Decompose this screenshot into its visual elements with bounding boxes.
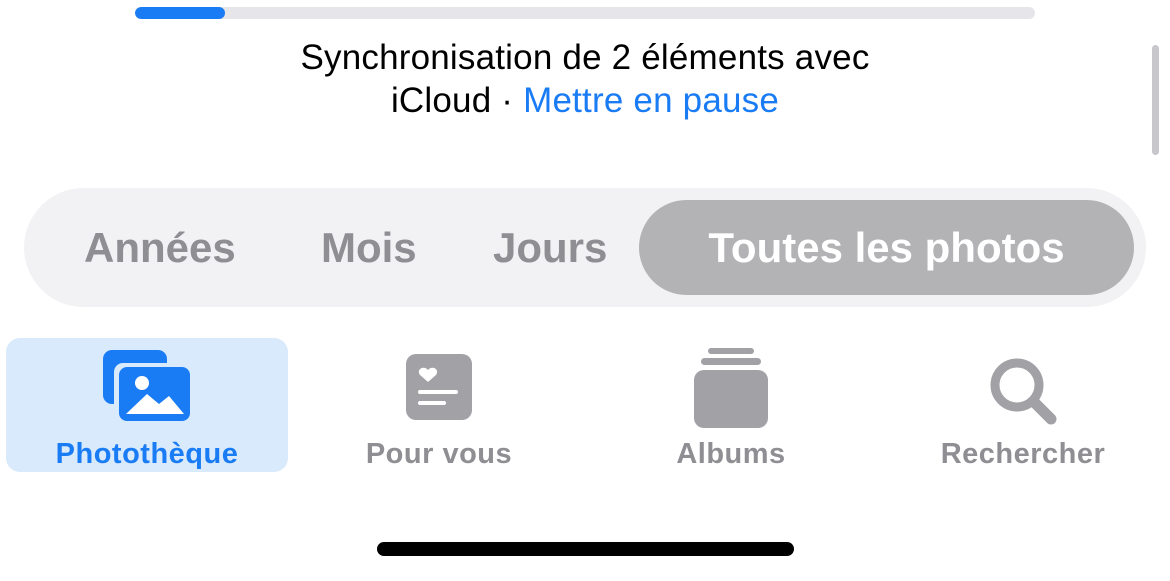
albums-icon: [590, 348, 872, 428]
tab-for-you[interactable]: Pour vous: [298, 338, 580, 472]
view-segmented-control: Années Mois Jours Toutes les photos: [24, 188, 1146, 307]
for-you-icon: [298, 348, 580, 428]
sync-status-icloud: iCloud ·: [390, 81, 524, 120]
tab-albums[interactable]: Albums: [590, 338, 872, 472]
tab-library[interactable]: Photothèque: [6, 338, 288, 472]
sync-progress-fill: [135, 7, 225, 19]
segment-months[interactable]: Mois: [321, 188, 417, 307]
tab-albums-label: Albums: [676, 438, 786, 470]
tab-search-label: Rechercher: [940, 438, 1106, 470]
sync-progress-bar: [135, 7, 1035, 19]
segment-all-photos[interactable]: Toutes les photos: [639, 200, 1134, 295]
segment-days[interactable]: Jours: [493, 188, 607, 307]
segment-years[interactable]: Années: [84, 188, 236, 307]
search-icon: [882, 348, 1164, 428]
home-indicator: [377, 542, 794, 556]
tab-library-label: Photothèque: [55, 438, 239, 470]
tab-for-you-label: Pour vous: [365, 438, 513, 470]
sync-status-line2: iCloud · Mettre en pause: [0, 79, 1170, 122]
sync-status-line1: Synchronisation de 2 éléments avec: [300, 38, 870, 77]
photo-library-icon: [6, 348, 288, 428]
pause-sync-link[interactable]: Mettre en pause: [523, 81, 779, 120]
tab-search[interactable]: Rechercher: [882, 338, 1164, 472]
sync-status: Synchronisation de 2 éléments avec iClou…: [0, 36, 1170, 122]
